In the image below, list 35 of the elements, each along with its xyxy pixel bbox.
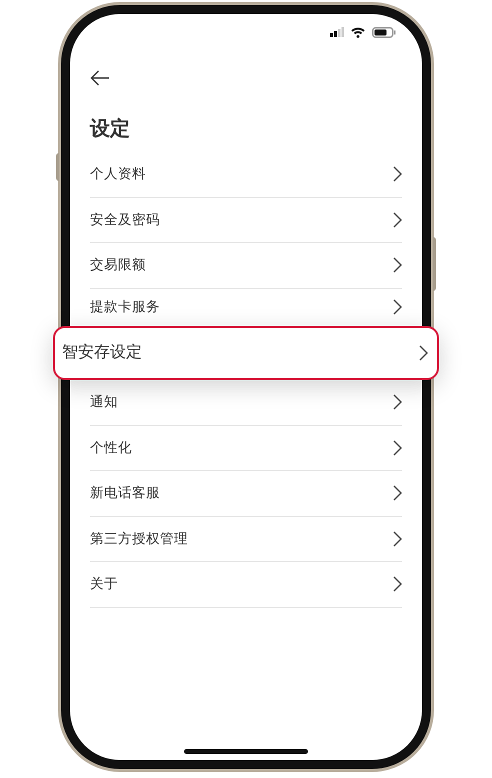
chevron-icon (393, 257, 402, 274)
row-label: 第三方授权管理 (90, 530, 188, 548)
chevron-icon (419, 345, 428, 361)
settings-row[interactable]: 提款卡服务 (90, 288, 402, 326)
settings-row[interactable]: 通知 (90, 380, 402, 426)
row-label: 通知 (90, 393, 118, 412)
chevron-icon (393, 485, 402, 502)
chevron-icon (393, 166, 402, 182)
settings-row[interactable]: 第三方授权管理 (90, 516, 402, 562)
settings-row[interactable]: 安全及密码 (90, 198, 402, 243)
chevron-icon (393, 212, 402, 228)
settings-row[interactable]: 个性化 (90, 426, 402, 471)
row-label: 智安存设定 (62, 342, 142, 363)
chevron-icon (393, 576, 402, 592)
settings-row[interactable]: 交易限额 (90, 243, 402, 288)
settings-row[interactable]: 新电话客服 (90, 471, 402, 516)
wifi-icon (351, 26, 365, 38)
chevron-icon (393, 440, 402, 456)
settings-row[interactable]: 关于 (90, 562, 402, 608)
chevron-icon (393, 394, 402, 410)
page-title: 设定 (90, 116, 131, 142)
battery-icon (372, 26, 396, 38)
settings-row[interactable]: 智安存设定 (53, 326, 439, 380)
settings-row[interactable]: 个人资料 (90, 152, 402, 198)
row-label: 关于 (90, 575, 118, 594)
row-label: 提款卡服务 (90, 298, 160, 316)
row-label: 个人资料 (90, 165, 146, 184)
row-label: 交易限额 (90, 256, 146, 274)
row-label: 新电话客服 (90, 484, 160, 502)
chevron-icon (393, 530, 402, 547)
signal-icon (330, 27, 344, 37)
chevron-icon (393, 299, 402, 316)
row-label: 个性化 (90, 438, 132, 457)
back-arrow-icon[interactable] (90, 70, 110, 86)
row-label: 安全及密码 (90, 210, 160, 229)
